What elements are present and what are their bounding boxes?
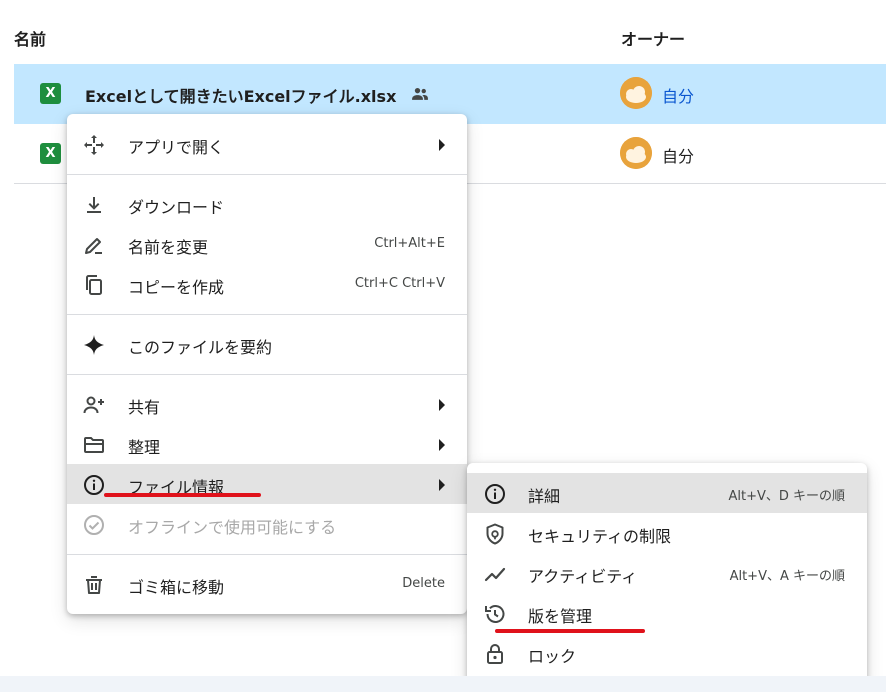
excel-file-icon: X [40,143,61,164]
submenu-arrow-icon [439,139,445,151]
menu-item-label: 版を管理 [528,607,593,626]
context-menu: アプリで開く ダウンロード 名前を変更 Ctrl+Alt+E コピーを作成 Ct… [67,114,467,614]
menu-item-download[interactable]: ダウンロード [67,184,467,224]
menu-item-share[interactable]: 共有 [67,384,467,424]
copy-icon [86,275,102,295]
sparkle-icon [84,335,104,355]
activity-icon [484,567,506,582]
menu-item-label: 名前を変更 [128,238,209,257]
submenu-arrow-icon [439,399,445,411]
submenu-item-activity[interactable]: アクティビティ Alt+V、A キーの順 [467,553,867,593]
owner-name: 自分 [662,147,695,166]
owner-name: 自分 [662,87,695,106]
file-info-submenu: 詳細 Alt+V、D キーの順 セキュリティの制限 アクティビティ Alt+V、… [467,463,867,685]
menu-divider [67,314,467,315]
menu-shortcut: Alt+V、D キーの順 [728,489,845,504]
excel-file-icon: X [40,83,61,104]
menu-shortcut: Delete [402,576,445,591]
menu-shortcut: Ctrl+Alt+E [374,236,445,251]
shared-people-icon [412,88,428,100]
column-header-name[interactable]: 名前 [14,26,46,50]
menu-item-label: セキュリティの制限 [528,527,672,546]
open-with-icon [84,135,104,155]
owner-avatar [620,137,652,169]
menu-divider [67,554,467,555]
file-name[interactable]: Excelとして開きたいExcelファイル.xlsx [85,83,396,107]
menu-item-file-info[interactable]: ファイル情報 [67,464,467,504]
menu-item-label: コピーを作成 [128,278,225,297]
info-icon [485,484,505,504]
annotation-underline-manage-versions [495,629,645,633]
menu-item-label: ロック [528,647,577,666]
menu-divider [67,174,467,175]
offline-check-icon [84,515,104,535]
menu-item-label: アクティビティ [528,567,638,586]
menu-item-make-offline: オフラインで使用可能にする [67,504,467,544]
menu-item-label: このファイルを要約 [128,338,273,357]
submenu-arrow-icon [439,479,445,491]
owner-avatar [620,77,652,109]
menu-shortcut: Alt+V、A キーの順 [729,569,845,584]
menu-item-label: アプリで開く [128,138,225,157]
menu-item-label: 共有 [128,398,161,417]
folder-icon [84,437,104,453]
submenu-item-details[interactable]: 詳細 Alt+V、D キーの順 [467,473,867,513]
menu-divider [67,374,467,375]
annotation-underline-file-info [104,493,261,497]
submenu-item-lock[interactable]: ロック [467,633,867,673]
menu-item-rename[interactable]: 名前を変更 Ctrl+Alt+E [67,224,467,264]
menu-item-open-with[interactable]: アプリで開く [67,124,467,164]
rename-icon [85,238,102,254]
file-list-header: 名前 オーナー [0,0,886,70]
column-header-owner[interactable]: オーナー [621,26,685,50]
history-icon [485,605,505,623]
menu-item-label: オフラインで使用可能にする [128,518,337,537]
menu-shortcut: Ctrl+C Ctrl+V [354,276,445,291]
lock-icon [487,644,503,664]
menu-item-label: 整理 [128,438,161,457]
menu-item-label: ダウンロード [128,198,225,217]
submenu-item-security-limits[interactable]: セキュリティの制限 [467,513,867,553]
bottom-background [0,676,886,692]
menu-item-make-copy[interactable]: コピーを作成 Ctrl+C Ctrl+V [67,264,467,304]
submenu-arrow-icon [439,439,445,451]
download-icon [87,197,101,213]
menu-item-label: ゴミ箱に移動 [128,578,225,597]
submenu-item-manage-versions[interactable]: 版を管理 [467,593,867,633]
shield-lock-icon [486,523,504,545]
person-add-icon [83,396,104,414]
info-icon [84,475,104,495]
menu-item-move-to-trash[interactable]: ゴミ箱に移動 Delete [67,564,467,604]
trash-icon [86,576,102,594]
menu-item-summarize[interactable]: このファイルを要約 [67,324,467,364]
menu-item-organize[interactable]: 整理 [67,424,467,464]
menu-item-label: 詳細 [528,487,561,506]
